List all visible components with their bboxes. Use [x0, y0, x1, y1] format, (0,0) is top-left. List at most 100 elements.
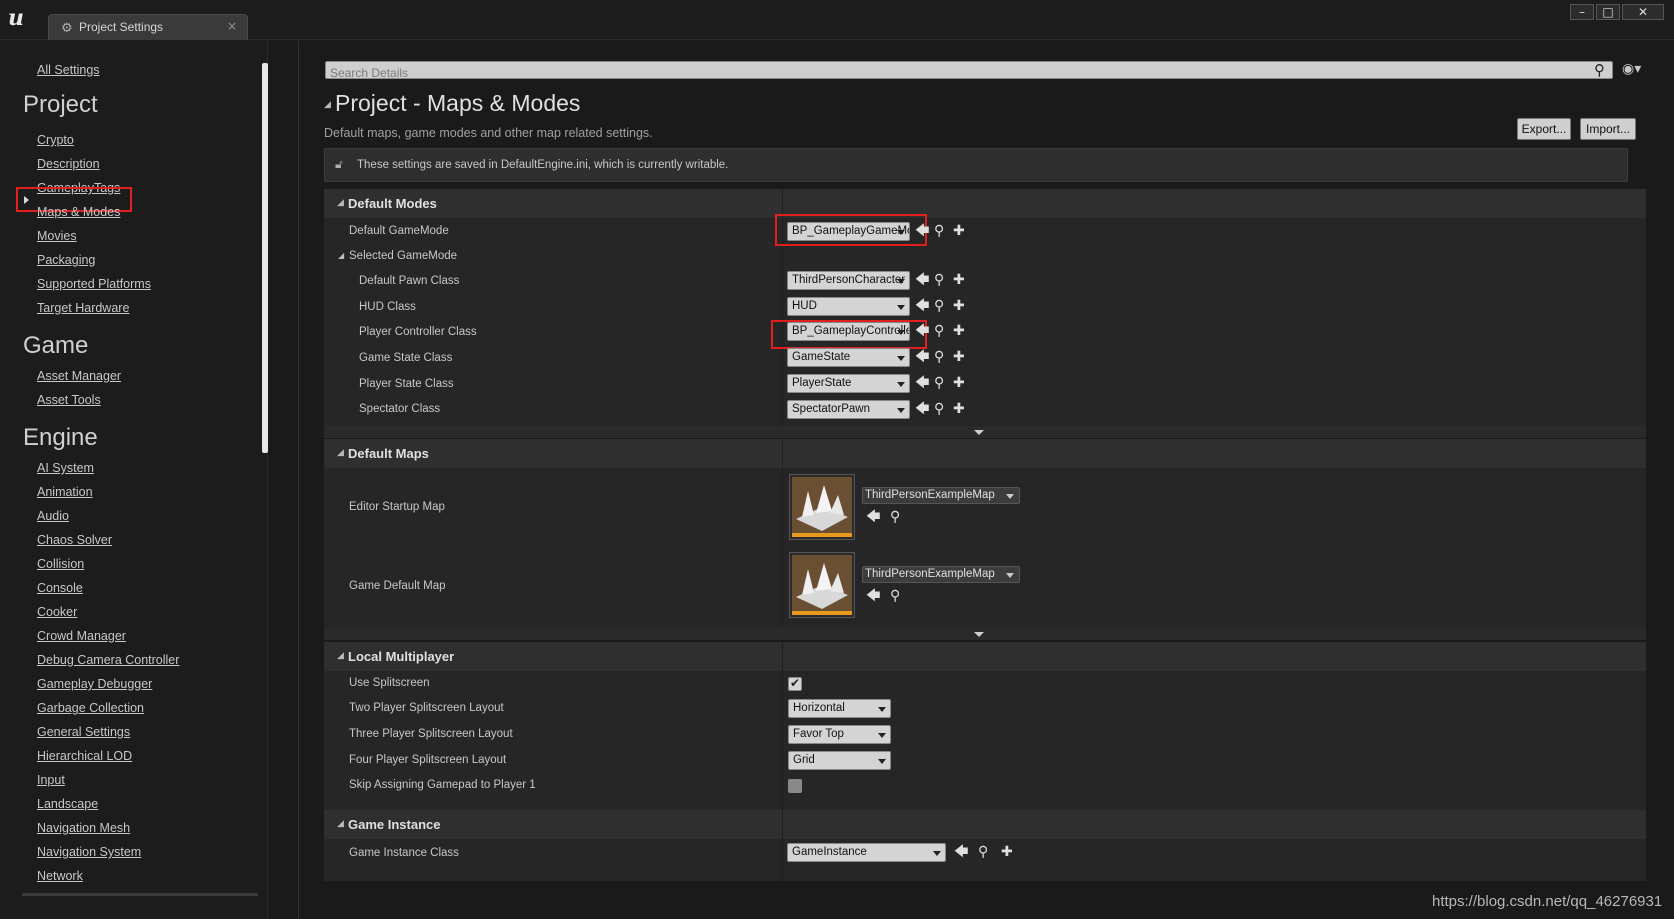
browse-search-icon[interactable]: ⚲	[890, 589, 900, 603]
sidebar-item-audio[interactable]: Audio	[37, 509, 69, 523]
tab-project-settings[interactable]: ⚙ Project Settings ×	[48, 14, 248, 40]
sidebar-item-chaos-solver[interactable]: Chaos Solver	[37, 533, 112, 547]
category-game-instance[interactable]: ◢ Game Instance	[324, 810, 1646, 839]
use-selected-arrow-icon[interactable]: 🡄	[915, 376, 929, 390]
sidebar-item-asset-manager[interactable]: Asset Manager	[37, 369, 121, 383]
use-selected-arrow-icon[interactable]: 🡄	[866, 510, 880, 524]
sidebar-item-maps-modes[interactable]: Maps & Modes	[37, 205, 120, 219]
expand-advanced-icon[interactable]	[974, 430, 984, 435]
browse-search-icon[interactable]: ⚲	[934, 273, 944, 287]
sidebar-horizontal-scrollbar[interactable]	[22, 893, 258, 896]
default-pawn-class-combo[interactable]: ThirdPersonCharacter	[787, 271, 910, 290]
close-button[interactable]: ✕	[1622, 4, 1664, 20]
export-button[interactable]: Export...	[1517, 118, 1571, 140]
add-plus-icon[interactable]: ✚	[953, 324, 965, 338]
add-plus-icon[interactable]: ✚	[953, 299, 965, 313]
search-icon[interactable]: ⚲	[1594, 61, 1605, 79]
browse-search-icon[interactable]: ⚲	[934, 224, 944, 238]
sidebar-item-garbage-collection[interactable]: Garbage Collection	[37, 701, 144, 715]
browse-search-icon[interactable]: ⚲	[934, 402, 944, 416]
sidebar-item-collision[interactable]: Collision	[37, 557, 84, 571]
column-splitter[interactable]	[782, 642, 783, 810]
sidebar-item-gameplay-debugger[interactable]: Gameplay Debugger	[37, 677, 152, 691]
category-default-modes[interactable]: ◢ Default Modes	[324, 189, 1646, 218]
add-plus-icon[interactable]: ✚	[953, 273, 965, 287]
browse-search-icon[interactable]: ⚲	[978, 845, 988, 859]
minimize-button[interactable]: –	[1570, 4, 1594, 20]
player-state-class-combo[interactable]: PlayerState	[787, 374, 910, 393]
column-splitter[interactable]	[782, 810, 783, 881]
use-selected-arrow-icon[interactable]: 🡄	[954, 845, 968, 859]
search-box[interactable]	[325, 61, 1613, 81]
category-local-multiplayer[interactable]: ◢ Local Multiplayer	[324, 642, 1646, 671]
sidebar-item-animation[interactable]: Animation	[37, 485, 93, 499]
search-input[interactable]	[326, 65, 1612, 81]
sidebar-item-description[interactable]: Description	[37, 157, 100, 171]
spectator-class-combo[interactable]: SpectatorPawn	[787, 400, 910, 419]
add-plus-icon[interactable]: ✚	[953, 402, 965, 416]
import-button[interactable]: Import...	[1580, 118, 1636, 140]
use-selected-arrow-icon[interactable]: 🡄	[915, 224, 929, 238]
expand-advanced-icon[interactable]	[974, 632, 984, 637]
use-selected-arrow-icon[interactable]: 🡄	[866, 589, 880, 603]
three-player-layout-combo[interactable]: Favor Top	[788, 725, 891, 744]
sidebar-item-crowd-manager[interactable]: Crowd Manager	[37, 629, 126, 643]
four-player-layout-combo[interactable]: Grid	[788, 751, 891, 770]
browse-search-icon[interactable]: ⚲	[934, 350, 944, 364]
skip-gamepad-checkbox[interactable]	[788, 779, 802, 793]
hud-class-combo[interactable]: HUD	[787, 297, 910, 316]
editor-startup-map-combo[interactable]: ThirdPersonExampleMap	[862, 487, 1020, 504]
use-splitscreen-checkbox[interactable]: ✔	[788, 676, 802, 691]
sidebar-item-general-settings[interactable]: General Settings	[37, 725, 130, 739]
notice-text: These settings are saved in DefaultEngin…	[357, 159, 729, 171]
sidebar-item-landscape[interactable]: Landscape	[37, 797, 98, 811]
sidebar-item-cooker[interactable]: Cooker	[37, 605, 77, 619]
use-selected-arrow-icon[interactable]: 🡄	[915, 324, 929, 338]
map-thumbnail[interactable]	[789, 552, 855, 618]
advanced-expander-bar[interactable]	[324, 628, 1646, 640]
use-selected-arrow-icon[interactable]: 🡄	[915, 273, 929, 287]
sidebar-item-console[interactable]: Console	[37, 581, 83, 595]
browse-search-icon[interactable]: ⚲	[890, 510, 900, 524]
add-plus-icon[interactable]: ✚	[953, 376, 965, 390]
add-plus-icon[interactable]: ✚	[1001, 845, 1013, 859]
map-thumbnail[interactable]	[789, 474, 855, 540]
sidebar-item-target-hardware[interactable]: Target Hardware	[37, 301, 129, 315]
sidebar-item-movies[interactable]: Movies	[37, 229, 77, 243]
sidebar-item-navigation-mesh[interactable]: Navigation Mesh	[37, 821, 130, 835]
use-selected-arrow-icon[interactable]: 🡄	[915, 299, 929, 313]
sidebar-item-packaging[interactable]: Packaging	[37, 253, 95, 267]
game-instance-class-combo[interactable]: GameInstance	[787, 843, 946, 862]
sidebar-scrollbar[interactable]	[262, 63, 268, 453]
sidebar-item-crypto[interactable]: Crypto	[37, 133, 74, 147]
add-plus-icon[interactable]: ✚	[953, 350, 965, 364]
two-player-layout-combo[interactable]: Horizontal	[788, 699, 891, 718]
game-default-map-combo[interactable]: ThirdPersonExampleMap	[862, 566, 1020, 583]
sidebar-item-network[interactable]: Network	[37, 869, 83, 883]
collapse-triangle-icon[interactable]: ◢	[338, 251, 344, 260]
sidebar-item-supported-platforms[interactable]: Supported Platforms	[37, 277, 151, 291]
add-plus-icon[interactable]: ✚	[953, 224, 965, 238]
browse-search-icon[interactable]: ⚲	[934, 376, 944, 390]
use-selected-arrow-icon[interactable]: 🡄	[915, 402, 929, 416]
sidebar-item-all-settings[interactable]: All Settings	[37, 63, 100, 77]
category-default-maps[interactable]: ◢ Default Maps	[324, 439, 1646, 468]
sidebar-item-navigation-system[interactable]: Navigation System	[37, 845, 141, 859]
sidebar-item-asset-tools[interactable]: Asset Tools	[37, 393, 101, 407]
column-splitter[interactable]	[782, 439, 783, 628]
panel-divider[interactable]	[298, 41, 299, 919]
game-state-class-combo[interactable]: GameState	[787, 348, 910, 367]
sidebar-item-ai-system[interactable]: AI System	[37, 461, 94, 475]
browse-search-icon[interactable]: ⚲	[934, 299, 944, 313]
collapse-triangle-icon[interactable]: ◢	[324, 100, 331, 110]
use-selected-arrow-icon[interactable]: 🡄	[915, 350, 929, 364]
sidebar-item-debug-camera-controller[interactable]: Debug Camera Controller	[37, 653, 179, 667]
browse-search-icon[interactable]: ⚲	[934, 324, 944, 338]
view-options-eye-icon[interactable]: ◉▾	[1622, 61, 1641, 77]
tab-close-icon[interactable]: ×	[227, 19, 237, 33]
sidebar-item-input[interactable]: Input	[37, 773, 65, 787]
advanced-expander-bar[interactable]	[324, 426, 1646, 438]
sidebar-item-hierarchical-lod[interactable]: Hierarchical LOD	[37, 749, 132, 763]
prop-label-four-player-layout: Four Player Splitscreen Layout	[349, 754, 507, 766]
maximize-button[interactable]: □	[1596, 4, 1620, 20]
